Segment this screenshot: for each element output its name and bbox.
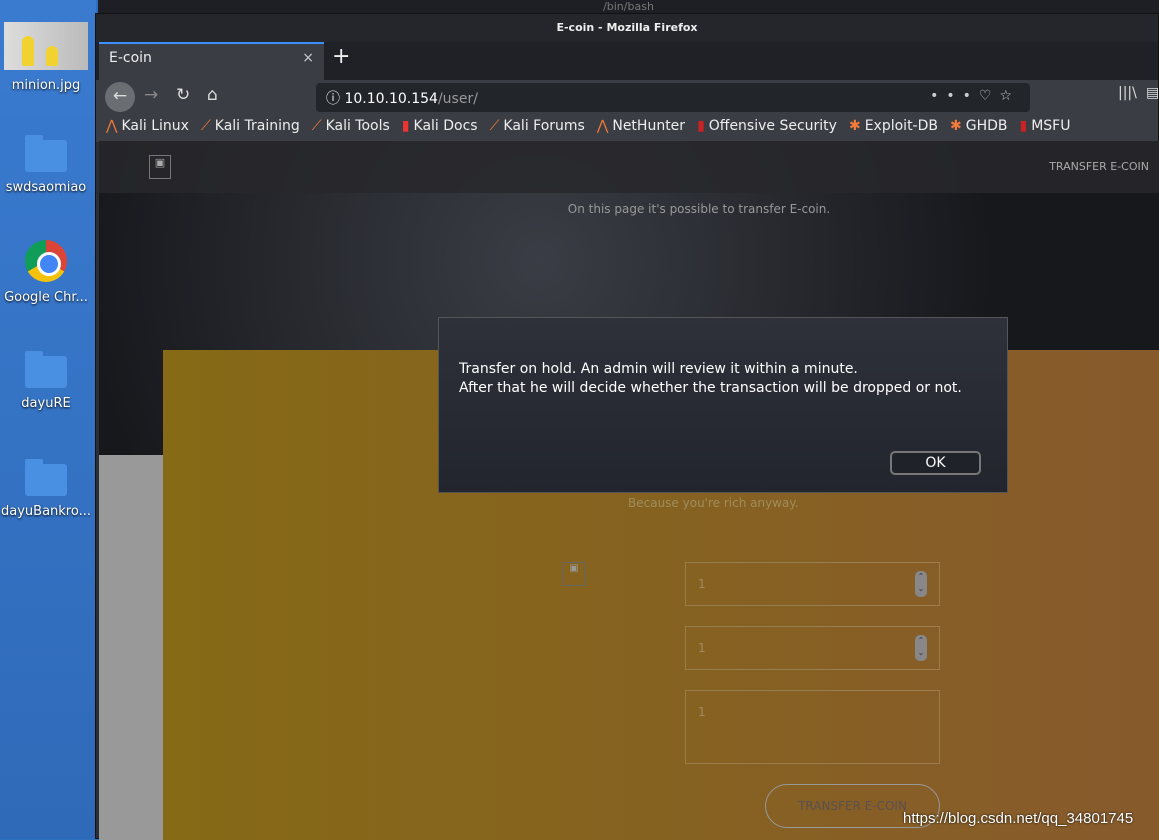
dialog-message: After that he will decide whether the tr… [459,380,962,396]
broken-image-icon[interactable]: ▣ [149,155,171,179]
star-icon[interactable]: ☆ [999,88,1020,104]
bookmark[interactable]: ⟋ Kali Training [201,118,300,138]
tab-bar: E-coin × + [96,42,1158,80]
forward-button[interactable]: → [144,85,158,105]
ok-button[interactable]: OK [890,451,981,475]
comment-textarea[interactable]: 1 [685,690,940,764]
bookmark[interactable]: ⟋ Kali Tools [312,118,390,138]
hero-text: On this page it's possible to transfer E… [567,202,831,216]
tab-ecoin[interactable]: E-coin × [99,42,324,80]
broken-image-icon: ▣ [563,562,585,586]
desktop: minion.jpg swdsaomiao Google Chr... dayu… [0,0,96,839]
icon-label: dayuRE [21,396,71,411]
bookmark[interactable]: ▮ Kali Docs [402,118,478,138]
new-tab-button[interactable]: + [332,44,350,69]
icon-label: dayuBankro... [1,504,91,519]
home-button[interactable]: ⌂ [207,85,218,105]
close-icon[interactable]: × [302,50,314,66]
pocket-icon[interactable]: ♡ [979,88,1000,104]
nav-transfer-link[interactable]: TRANSFER E-COIN [1049,160,1149,173]
icon-label: minion.jpg [11,78,81,93]
desktop-icon-dayure[interactable]: dayuRE [0,351,92,411]
bookmark[interactable]: ✱ GHDB [950,118,1008,138]
navigation-bar: ← → ↻ ⌂ ⓘ 10.10.10.154/user/ •••♡☆ |||\ ▤ [96,80,1159,114]
watermark: https://blog.csdn.net/qq_34801745 [903,810,1134,827]
sidebar-icon[interactable]: ▤ [1146,85,1159,101]
folder-icon [25,459,67,496]
info-icon[interactable]: ⓘ [326,91,344,107]
subtitle: Because you're rich anyway. [628,496,799,510]
reload-button[interactable]: ↻ [176,85,190,105]
window-title: E-coin - Mozilla Firefox [96,14,1158,42]
url-bar[interactable]: ⓘ 10.10.10.154/user/ •••♡☆ [316,83,1030,112]
bookmark[interactable]: ▮ MSFU [1020,118,1071,138]
back-button[interactable]: ← [105,82,135,112]
image-thumbnail [4,22,88,70]
amount-input[interactable]: 1 ⌃ ⌄ [685,562,940,606]
url-path: /user/ [437,91,478,107]
spinner-icon[interactable]: ⌃ ⌄ [915,571,927,597]
desktop-icon-minion[interactable]: minion.jpg [0,22,92,93]
bookmark[interactable]: ⋀ NetHunter [597,118,685,138]
recipient-input[interactable]: 1 ⌃ ⌄ [685,626,940,670]
bookmark[interactable]: ✱ Exploit-DB [849,118,938,138]
desktop-icon-dayubankro[interactable]: dayuBankro... [0,459,92,519]
alert-dialog: Transfer on hold. An admin will review i… [438,317,1008,493]
bookmark[interactable]: ⋀ Kali Linux [106,118,189,138]
icon-label: Google Chr... [4,290,88,305]
desktop-icon-chrome[interactable]: Google Chr... [0,240,92,305]
tab-label: E-coin [109,50,152,66]
desktop-icon-swdsaomiao[interactable]: swdsaomiao [0,135,92,195]
folder-icon [25,351,67,388]
chrome-icon [25,240,67,282]
more-icon[interactable]: ••• [930,88,979,104]
icon-label: swdsaomiao [5,180,87,195]
site-navbar: ▣ TRANSFER E-COIN [99,141,1159,193]
bookmark[interactable]: ⟋ Kali Forums [490,118,585,138]
folder-icon [25,135,67,172]
bookmarks-toolbar: ⋀ Kali Linux ⟋ Kali Training ⟋ Kali Tools ▮… [96,114,1158,142]
terminal-titlebar: /bin/bash [98,0,1159,14]
spinner-icon[interactable]: ⌃ ⌄ [915,635,927,661]
library-icon[interactable]: |||\ [1118,85,1137,101]
url-host: 10.10.10.154 [344,91,438,107]
dialog-message: Transfer on hold. An admin will review i… [459,361,858,377]
bookmark[interactable]: ▮ Offensive Security [697,118,837,138]
